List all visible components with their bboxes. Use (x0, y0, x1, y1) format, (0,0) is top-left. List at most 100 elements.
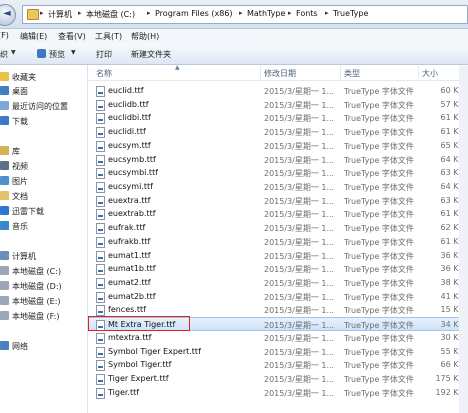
font-file-icon (96, 374, 105, 385)
breadcrumb[interactable]: ▸ 计算机 ▸ 本地磁盘 (C:) ▸ Program Files (x86) … (22, 5, 468, 24)
file-type: TrueType 字体文件 (344, 142, 414, 151)
file-name: euextrab.ttf (108, 209, 156, 218)
column-header-type[interactable]: 类型 (344, 68, 360, 79)
file-row[interactable]: eumat1b.ttf 2015/3/星期一 1... TrueType 字体文… (88, 262, 468, 275)
menu-file[interactable]: (F) (0, 31, 9, 40)
column-divider[interactable] (418, 66, 419, 79)
file-row[interactable]: eumat1.ttf 2015/3/星期一 1... TrueType 字体文件… (88, 249, 468, 262)
breadcrumb-computer[interactable]: 计算机 (48, 9, 72, 20)
nav-item-label: 本地磁盘 (F:) (12, 312, 60, 321)
menu-tools[interactable]: 工具(T) (95, 31, 122, 42)
file-date: 2015/3/星期一 1... (264, 348, 335, 357)
file-row[interactable]: fences.ttf 2015/3/星期一 1... TrueType 字体文件… (88, 303, 468, 316)
menu-view[interactable]: 查看(V) (58, 31, 86, 42)
file-row[interactable]: Symbol Tiger.ttf 2015/3/星期一 1... TrueTyp… (88, 358, 468, 371)
font-file-icon (96, 155, 105, 166)
documents-icon (0, 191, 9, 200)
file-type: TrueType 字体文件 (344, 197, 414, 206)
back-arrow-icon: ◄ (3, 8, 11, 19)
column-header-name[interactable]: 名称 (96, 68, 112, 79)
breadcrumb-separator[interactable]: ▸ (78, 9, 82, 17)
file-row[interactable]: eumat2.ttf 2015/3/星期一 1... TrueType 字体文件… (88, 276, 468, 289)
print-button[interactable]: 打印 (96, 49, 112, 60)
file-type: TrueType 字体文件 (344, 156, 414, 165)
file-row[interactable]: eufrakb.ttf 2015/3/星期一 1... TrueType 字体文… (88, 235, 468, 248)
drive-icon (0, 266, 9, 275)
file-name: euclidbi.ttf (108, 113, 151, 122)
breadcrumb-fonts[interactable]: Fonts (296, 9, 318, 18)
file-type: TrueType 字体文件 (344, 265, 414, 274)
address-bar: ◄ ▸ 计算机 ▸ 本地磁盘 (C:) ▸ Program Files (x86… (0, 0, 468, 29)
breadcrumb-mathtype[interactable]: MathType (247, 9, 285, 18)
file-row[interactable]: euclid.ttf 2015/3/星期一 1... TrueType 字体文件… (88, 84, 468, 97)
file-row[interactable]: mtextra.ttf 2015/3/星期一 1... TrueType 字体文… (88, 331, 468, 344)
file-row[interactable]: eucsymbi.ttf 2015/3/星期一 1... TrueType 字体… (88, 166, 468, 179)
file-name: eumat1b.ttf (108, 264, 156, 273)
drive-icon (0, 296, 9, 305)
breadcrumb-separator[interactable]: ▸ (325, 9, 329, 17)
file-row[interactable]: euclidb.ttf 2015/3/星期一 1... TrueType 字体文… (88, 98, 468, 111)
breadcrumb-truetype[interactable]: TrueType (333, 9, 368, 18)
file-name: Symbol Tiger.ttf (108, 360, 172, 369)
nav-item-label: 文档 (12, 192, 28, 201)
font-file-icon (96, 113, 105, 124)
file-date: 2015/3/星期一 1... (264, 169, 335, 178)
file-type: TrueType 字体文件 (344, 224, 414, 233)
back-button[interactable]: ◄ (0, 4, 16, 26)
font-file-icon (96, 264, 105, 275)
column-divider[interactable] (340, 66, 341, 79)
nav-item-label: 最近访问的位置 (12, 102, 68, 111)
file-row[interactable]: Symbol Tiger Expert.ttf 2015/3/星期一 1... … (88, 345, 468, 358)
font-file-icon (96, 292, 105, 303)
file-row[interactable]: eucsymi.ttf 2015/3/星期一 1... TrueType 字体文… (88, 180, 468, 193)
organize-button[interactable]: 织 (0, 49, 8, 60)
file-row[interactable]: eucsym.ttf 2015/3/星期一 1... TrueType 字体文件… (88, 139, 468, 152)
nav-item-label: 本地磁盘 (D:) (12, 282, 62, 291)
breadcrumb-drive-c[interactable]: 本地磁盘 (C:) (86, 9, 135, 20)
file-type: TrueType 字体文件 (344, 389, 414, 398)
file-type: TrueType 字体文件 (344, 128, 414, 137)
file-row[interactable]: euextrab.ttf 2015/3/星期一 1... TrueType 字体… (88, 207, 468, 220)
annotation-highlight-box (88, 316, 190, 331)
file-type: TrueType 字体文件 (344, 306, 414, 315)
file-row[interactable]: euclidi.ttf 2015/3/星期一 1... TrueType 字体文… (88, 125, 468, 138)
file-row[interactable]: eufrak.ttf 2015/3/星期一 1... TrueType 字体文件… (88, 221, 468, 234)
vertical-scrollbar[interactable] (459, 66, 468, 413)
file-list: ▲ 名称 修改日期 类型 大小 euclid.ttf 2015/3/星期一 1.… (88, 64, 468, 413)
file-type: TrueType 字体文件 (344, 169, 414, 178)
menu-edit[interactable]: 编辑(E) (20, 31, 47, 42)
file-name: mtextra.ttf (108, 333, 152, 342)
breadcrumb-separator[interactable]: ▸ (239, 9, 243, 17)
breadcrumb-separator[interactable]: ▸ (147, 9, 151, 17)
file-row[interactable]: Tiger Expert.ttf 2015/3/星期一 1... TrueTyp… (88, 372, 468, 385)
column-header-size[interactable]: 大小 (422, 68, 438, 79)
file-date: 2015/3/星期一 1... (264, 142, 335, 151)
nav-item-label: 图片 (12, 177, 28, 186)
breadcrumb-separator[interactable]: ▸ (40, 9, 44, 17)
file-name: Symbol Tiger Expert.ttf (108, 347, 201, 356)
menu-help[interactable]: 帮助(H) (131, 31, 159, 42)
file-type: TrueType 字体文件 (344, 279, 414, 288)
file-type: TrueType 字体文件 (344, 238, 414, 247)
column-divider[interactable] (260, 66, 261, 79)
nav-item-label: 收藏夹 (12, 73, 36, 82)
chevron-down-icon: ▼ (71, 49, 76, 56)
file-type: TrueType 字体文件 (344, 321, 414, 330)
nav-item-label: 视频 (12, 162, 28, 171)
file-row[interactable]: eucsymb.ttf 2015/3/星期一 1... TrueType 字体文… (88, 153, 468, 166)
column-header-date[interactable]: 修改日期 (264, 68, 296, 79)
file-date: 2015/3/星期一 1... (264, 197, 335, 206)
breadcrumb-program-files[interactable]: Program Files (x86) (155, 9, 233, 18)
font-file-icon (96, 360, 105, 371)
file-row[interactable]: euextra.ttf 2015/3/星期一 1... TrueType 字体文… (88, 194, 468, 207)
breadcrumb-separator[interactable]: ▸ (288, 9, 292, 17)
file-type: TrueType 字体文件 (344, 293, 414, 302)
file-row[interactable]: euclidbi.ttf 2015/3/星期一 1... TrueType 字体… (88, 111, 468, 124)
file-type: TrueType 字体文件 (344, 361, 414, 370)
file-row[interactable]: Tiger.ttf 2015/3/星期一 1... TrueType 字体文件 … (88, 386, 468, 399)
file-name: eumat2.ttf (108, 278, 151, 287)
nav-item-label: 桌面 (12, 87, 28, 96)
file-row[interactable]: eumat2b.ttf 2015/3/星期一 1... TrueType 字体文… (88, 290, 468, 303)
preview-button[interactable]: 预览 (49, 49, 65, 60)
new-folder-button[interactable]: 新建文件夹 (131, 49, 171, 60)
